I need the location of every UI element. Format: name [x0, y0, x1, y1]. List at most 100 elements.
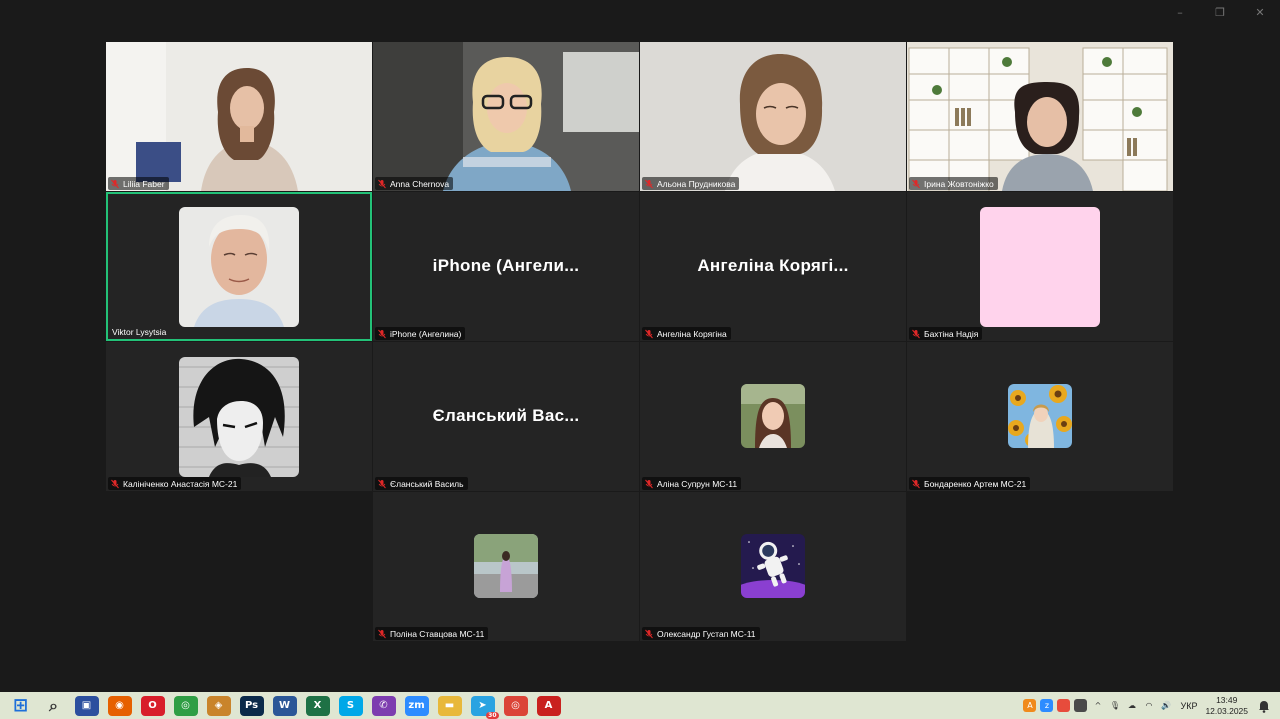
volume-icon[interactable]: 🔊 [1159, 699, 1172, 712]
participant-name: Ангеліна Корягіна [657, 328, 727, 339]
participant-display-name: Ангеліна Корягі... [697, 256, 849, 275]
participant-name: Єланський Василь [390, 478, 464, 489]
participant-name-label: Бахтіна Надія [909, 327, 983, 340]
participant-video [907, 42, 1173, 191]
save-icon[interactable]: ▣ [74, 695, 99, 716]
opera-icon[interactable]: O [140, 695, 165, 716]
system-tray: A z ^ 🎙 ☁ ◠ 🔊 УКР 13:49 12.03.2025 [1021, 692, 1280, 719]
participant-tile[interactable]: iPhone (Ангели... iPhone (Ангелина) [373, 192, 639, 341]
participant-name: Liliia Faber [123, 178, 165, 189]
participant-tile-active-speaker[interactable]: Viktor Lysytsia [106, 192, 372, 341]
participant-name-label: Ангеліна Корягіна [642, 327, 731, 340]
notification-bell-icon[interactable] [1256, 698, 1272, 714]
mic-muted-icon [912, 179, 920, 188]
participant-name-label: iPhone (Ангелина) [375, 327, 466, 340]
participant-name: Ірина Жовтоніжко [924, 178, 994, 189]
participant-name: Калініченко Анастасія МС-21 [123, 478, 238, 489]
excel-icon[interactable]: X [305, 695, 330, 716]
mic-muted-icon [912, 479, 920, 488]
participant-tile[interactable]: Бахтіна Надія [907, 192, 1173, 341]
participant-video [373, 42, 639, 191]
clock-date: 12.03.2025 [1205, 705, 1248, 716]
mic-icon[interactable]: 🎙 [1108, 699, 1121, 712]
participant-name-label: Бондаренко Артем МС-21 [909, 477, 1031, 490]
profile-photo [741, 384, 805, 448]
photoshop-icon[interactable]: Ps [239, 695, 264, 716]
participant-name-label: Єланський Василь [375, 477, 468, 490]
search-icon[interactable]: ⌕ [42, 696, 66, 716]
viber-icon[interactable]: ✆ [371, 695, 396, 716]
participant-name: Поліна Ставцова МС-11 [390, 628, 485, 639]
tray-app-icon[interactable] [1057, 699, 1071, 712]
mic-muted-icon [645, 329, 653, 338]
participant-tile[interactable]: Калініченко Анастасія МС-21 [106, 342, 372, 491]
firefox-icon[interactable]: ◉ [107, 695, 132, 716]
participant-name: Аліна Супрун МС-11 [657, 478, 738, 489]
participant-name: Бондаренко Артем МС-21 [924, 478, 1027, 489]
window-controls: – ❐ ✕ [1160, 4, 1280, 22]
mic-muted-icon [645, 179, 653, 188]
maximize-button[interactable]: ❐ [1200, 4, 1240, 22]
chrome2-icon[interactable]: ◎ [503, 695, 528, 716]
language-indicator[interactable]: УКР [1180, 701, 1197, 711]
chrome-icon[interactable]: ◎ [173, 695, 198, 716]
file-explorer-icon[interactable]: ▬ [437, 695, 462, 716]
participant-name-label: Поліна Ставцова МС-11 [375, 627, 489, 640]
participant-tile[interactable]: Ангеліна Корягі... Ангеліна Корягіна [640, 192, 906, 341]
participant-tile[interactable]: Аліна Супрун МС-11 [640, 342, 906, 491]
chevron-up-icon[interactable]: ^ [1091, 699, 1104, 712]
skype-icon[interactable]: S [338, 695, 363, 716]
zoom-icon[interactable]: zm [404, 695, 429, 716]
windows-start-icon[interactable]: ⊞ [9, 695, 33, 716]
zoom-tray-icon[interactable]: z [1040, 699, 1054, 712]
participant-name: Anna Chernova [390, 178, 450, 189]
participant-tile[interactable]: Anna Chernova [373, 42, 639, 191]
close-button[interactable]: ✕ [1240, 4, 1280, 22]
participant-name-label: Liliia Faber [108, 177, 169, 190]
mic-muted-icon [378, 479, 386, 488]
telegram-icon[interactable]: ➤ 30 [470, 695, 499, 719]
participant-tile[interactable]: Бондаренко Артем МС-21 [907, 342, 1173, 491]
mic-muted-icon [645, 479, 653, 488]
gallery-view: Liliia Faber Anna Chernova Альона Прудни… [106, 42, 1174, 642]
participant-name: Бахтіна Надія [924, 328, 979, 339]
tray-app2-icon[interactable] [1074, 699, 1088, 712]
profile-photo [741, 534, 805, 598]
profile-photo [179, 357, 299, 477]
participant-name: Альона Прудникова [657, 178, 736, 189]
word-icon[interactable]: W [272, 695, 297, 716]
participant-name-label: Калініченко Анастасія МС-21 [108, 477, 242, 490]
mic-muted-icon [378, 329, 386, 338]
pdf-icon[interactable]: A [536, 695, 561, 716]
participant-tile[interactable]: Альона Прудникова [640, 42, 906, 191]
avast-icon[interactable]: A [1023, 699, 1037, 712]
participant-display-name: iPhone (Ангели... [432, 256, 580, 275]
taskbar-apps: ⊞ ⌕ ▣ ◉ O ◎ ◈ Ps W X S ✆ zm ▬ ➤ 30 ◎ A [4, 695, 565, 719]
onedrive-icon[interactable]: ☁ [1125, 699, 1138, 712]
participant-tile[interactable]: Поліна Ставцова МС-11 [373, 492, 639, 641]
participant-video [106, 42, 372, 191]
participant-tile[interactable]: Liliia Faber [106, 42, 372, 191]
participant-name: Олександр Густап МС-11 [657, 628, 756, 639]
clock[interactable]: 13:49 12.03.2025 [1205, 695, 1248, 717]
participant-tile[interactable]: Ірина Жовтоніжко [907, 42, 1173, 191]
wifi-icon[interactable]: ◠ [1142, 699, 1155, 712]
participant-tile[interactable]: Єланський Вас... Єланський Василь [373, 342, 639, 491]
participant-name-label: Аліна Супрун МС-11 [642, 477, 742, 490]
mic-muted-icon [378, 629, 386, 638]
minimize-button[interactable]: – [1160, 4, 1200, 22]
mic-muted-icon [912, 329, 920, 338]
mic-muted-icon [111, 179, 119, 188]
participant-name-label: Олександр Густап МС-11 [642, 627, 760, 640]
profile-photo [179, 207, 299, 327]
windows-taskbar: ⊞ ⌕ ▣ ◉ O ◎ ◈ Ps W X S ✆ zm ▬ ➤ 30 ◎ A A z ^ 🎙 ☁ ◠ 🔊 УКР … [0, 692, 1280, 719]
participant-tile[interactable]: Олександр Густап МС-11 [640, 492, 906, 641]
mic-muted-icon [111, 479, 119, 488]
participant-name: Viktor Lysytsia [112, 326, 167, 337]
participant-name-label: Viktor Lysytsia [110, 325, 170, 338]
telegram-unread-badge: 30 [486, 711, 499, 719]
eye-app-icon[interactable]: ◈ [206, 695, 231, 716]
participant-video [640, 42, 906, 191]
mic-muted-icon [645, 629, 653, 638]
mic-muted-icon [378, 179, 386, 188]
